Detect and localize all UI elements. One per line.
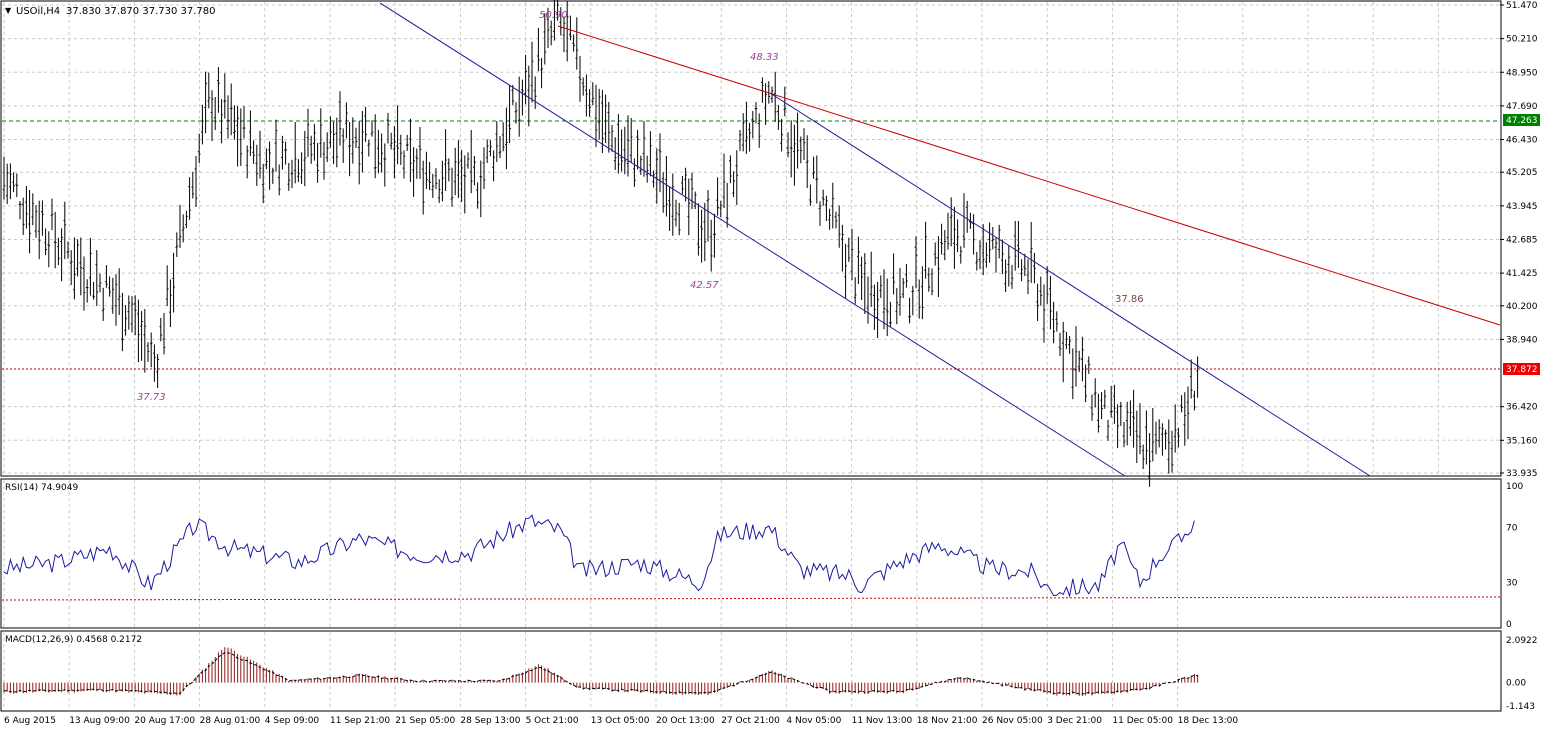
time-tick-label: 28 Sep 13:00 [460, 716, 520, 726]
rsi-tick-label: 0 [1506, 620, 1512, 630]
price-tick-label: 41.425 [1506, 269, 1538, 279]
time-tick-label: 13 Aug 09:00 [69, 716, 130, 726]
time-tick-label: 11 Dec 05:00 [1112, 716, 1173, 726]
rsi-label: RSI(14) 74.9049 [5, 483, 78, 493]
time-tick-label: 18 Dec 13:00 [1178, 716, 1239, 726]
chart-window: 51.470 50.210 48.950 47.690 46.430 45.205 43.9… [0, 0, 1541, 729]
price-tick-label: 51.470 [1506, 1, 1538, 11]
time-tick-label: 6 Aug 2015 [4, 716, 56, 726]
price-tick-label: 43.945 [1506, 202, 1538, 212]
price-tick-label: 45.205 [1506, 168, 1538, 178]
price-tick-label: 33.935 [1506, 469, 1538, 479]
rsi-panel [0, 478, 1502, 629]
time-tick-label: 18 Nov 21:00 [917, 716, 978, 726]
annotation-lower-high: 48.33 [750, 52, 779, 63]
price-tick-label: 46.430 [1506, 136, 1538, 146]
annotation-low: 37.73 [137, 392, 166, 403]
macd-panel [0, 630, 1502, 712]
time-tick-label: 21 Sep 05:00 [395, 716, 455, 726]
time-tick-label: 5 Oct 21:00 [526, 716, 579, 726]
price-tick-label: 38.940 [1506, 335, 1538, 345]
price-tick-label: 50.210 [1506, 35, 1538, 45]
price-tick-label: 42.685 [1506, 235, 1538, 245]
symbol-label: USOil,H4 [16, 6, 60, 17]
price-tick-label: 48.950 [1506, 68, 1538, 78]
annotation-high: 50.90 [539, 10, 568, 21]
price-tick-label: 35.160 [1506, 436, 1538, 446]
rsi-tick-label: 100 [1506, 482, 1523, 492]
time-tick-label: 11 Nov 13:00 [852, 716, 913, 726]
price-tick-label: 36.420 [1506, 403, 1538, 413]
macd-tick-label: 0.00 [1506, 679, 1526, 689]
macd-tick-label: 2.0922 [1506, 636, 1538, 646]
rsi-tick-label: 70 [1506, 523, 1518, 533]
time-tick-label: 3 Dec 21:00 [1047, 716, 1102, 726]
red-price-text: 37.872 [1506, 365, 1538, 375]
ohlc-values: 37.830 37.870 37.730 37.780 [66, 6, 216, 17]
chart-canvas: 51.470 50.210 48.950 47.690 46.430 45.205 43.9… [0, 0, 1540, 726]
time-tick-label: 4 Nov 05:00 [786, 716, 841, 726]
time-tick-label: 27 Oct 21:00 [721, 716, 780, 726]
annotation-swing-low: 42.57 [690, 280, 719, 291]
time-tick-label: 20 Oct 13:00 [656, 716, 715, 726]
rsi-tick-label: 30 [1506, 579, 1518, 589]
macd-tick-label: -1.143 [1506, 702, 1535, 712]
annotation-target: 37.86 [1115, 294, 1144, 305]
time-tick-label: 13 Oct 05:00 [591, 716, 650, 726]
time-tick-label: 26 Nov 05:00 [982, 716, 1043, 726]
green-price-text: 47.263 [1506, 116, 1538, 126]
price-tick-label: 47.690 [1506, 102, 1538, 112]
time-tick-label: 20 Aug 17:00 [134, 716, 195, 726]
time-tick-label: 28 Aug 01:00 [200, 716, 261, 726]
collapse-icon[interactable]: ▼ [5, 6, 12, 15]
time-tick-label: 11 Sep 21:00 [330, 716, 390, 726]
time-tick-label: 4 Sep 09:00 [265, 716, 320, 726]
macd-label: MACD(12,26,9) 0.4568 0.2172 [5, 635, 142, 645]
price-tick-label: 40.200 [1506, 302, 1538, 312]
